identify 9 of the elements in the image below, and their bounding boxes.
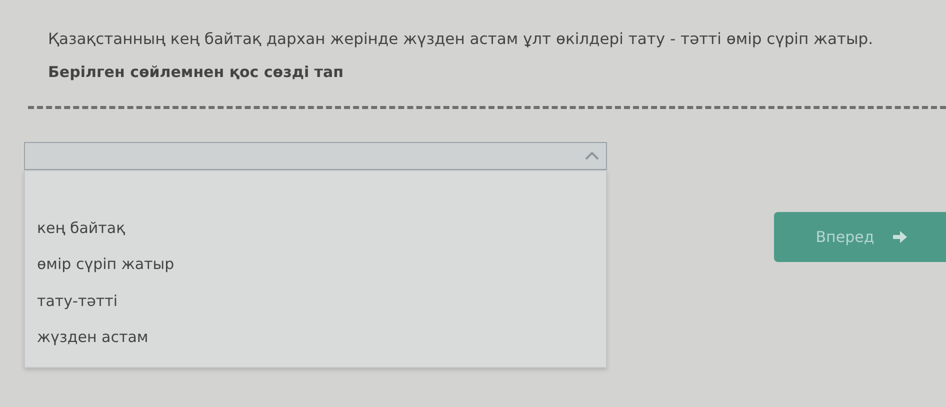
chevron-icon <box>584 150 600 161</box>
question-instruction: Берілген сөйлемнен қос сөзді тап <box>48 62 344 84</box>
dropdown-option[interactable]: кең байтақ <box>25 210 606 248</box>
answer-select[interactable] <box>24 142 607 170</box>
arrow-right-icon <box>892 230 908 244</box>
question-sentence: Қазақстанның кең байтақ дархан жерінде жүзден астам ұлт өкілдері тату - тәтті өмір сүріп жатыр. <box>48 29 874 50</box>
dropdown-option[interactable]: жүзден астам <box>25 320 606 357</box>
dropdown-option[interactable]: тату-тәтті <box>25 284 606 320</box>
dropdown-option[interactable]: өмір сүріп жатыр <box>25 247 606 284</box>
